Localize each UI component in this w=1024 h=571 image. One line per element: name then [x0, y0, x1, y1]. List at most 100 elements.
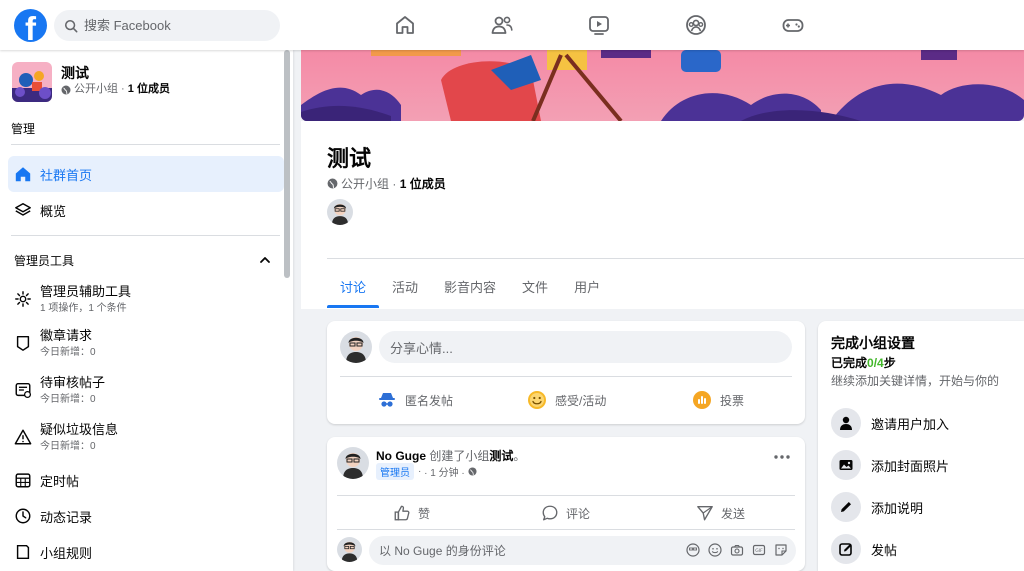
admin-tools-title: 管理员工具 [14, 254, 75, 268]
feeling-activity-button[interactable]: 感受/活动 [527, 387, 606, 413]
commenter-avatar[interactable] [337, 537, 362, 562]
divider [337, 495, 795, 496]
post-meta: 管理员 · · 1 分钟 · [376, 463, 477, 480]
sidebar-group-header[interactable]: 测试 公开小组 · 1 位成员 [12, 62, 170, 102]
send-button[interactable]: 发送 [696, 502, 745, 524]
groups-icon[interactable] [684, 13, 708, 37]
comment-button[interactable]: 评论 [541, 502, 590, 524]
anonymous-post-button[interactable]: 匿名发帖 [377, 387, 453, 413]
group-tabs: 讨论 活动 影音内容 文件 用户 [327, 271, 613, 308]
pencil-icon [841, 502, 851, 512]
setup-title: 完成小组设置 [831, 335, 915, 351]
group-cover-photo[interactable] [301, 50, 1024, 121]
tab-files[interactable]: 文件 [509, 271, 561, 308]
sidebar-group-meta: 公开小组 · 1 位成员 [61, 82, 170, 97]
manage-label: 管理 [11, 122, 36, 136]
globe-icon [468, 467, 477, 476]
send-icon [697, 506, 713, 521]
add-description-button[interactable]: 添加说明 [831, 491, 923, 523]
tab-members[interactable]: 用户 [561, 271, 613, 308]
setup-progress: 已完成0/4步 [831, 356, 896, 370]
tab-discussion[interactable]: 讨论 [327, 271, 380, 308]
home-icon [15, 167, 31, 182]
globe-icon [327, 178, 338, 189]
like-button[interactable]: 赞 [393, 502, 430, 524]
sidebar-item-activity-log[interactable]: 动态记录 [8, 498, 284, 534]
globe-icon [61, 85, 71, 94]
gif-icon[interactable]: GIF [752, 543, 766, 557]
tab-events[interactable]: 活动 [379, 271, 431, 308]
anonymous-icon [379, 393, 395, 407]
facebook-logo[interactable]: f [14, 9, 47, 42]
comment-icon [542, 505, 558, 521]
post-author-name[interactable]: No Guge [376, 449, 426, 463]
sidebar-item-admin-assist[interactable]: 管理员辅助工具 1 项操作，1 个条件 [8, 284, 284, 326]
search-box[interactable] [54, 10, 280, 41]
camera-icon[interactable] [730, 543, 744, 557]
sidebar-item-badge-requests[interactable]: 徽章请求 今日新增：0 [8, 328, 284, 370]
comment-tools: GIF [678, 543, 788, 557]
avatar[interactable] [340, 331, 372, 363]
group-admin-sidebar: 测试 公开小组 · 1 位成员 管理 社群首页 概览 管理员工具 管理员辅助工具… [0, 50, 293, 571]
group-header: 测试 公开小组 · 1 位成员 讨论 活动 影音内容 文件 用户 [301, 121, 1024, 309]
group-title[interactable]: 测试 [327, 141, 371, 173]
warning-icon [14, 429, 32, 445]
invite-members-button[interactable]: 邀请用户加入 [831, 407, 949, 439]
sidebar-item-group-rules[interactable]: 小组规则 [8, 534, 284, 570]
svg-text:GIF: GIF [755, 548, 763, 554]
post-group-link[interactable]: 测试 [489, 449, 513, 463]
sticker-icon[interactable] [774, 543, 788, 557]
sidebar-item-spam[interactable]: 疑似垃圾信息 今日新增：0 [8, 422, 284, 464]
photo-icon [839, 460, 853, 470]
divider [327, 258, 1024, 259]
group-setup-card: 完成小组设置 已完成0/4步 继续添加关键详情，开始与你的 邀请用户加入 添加封… [818, 321, 1024, 571]
calendar-icon [15, 473, 31, 488]
divider [11, 144, 280, 145]
feed-post: No Guge 创建了小组测试。 管理员 · · 1 分钟 · 赞 评论 发送 … [327, 437, 805, 571]
divider [337, 529, 795, 530]
poll-button[interactable]: 投票 [692, 387, 744, 413]
watch-icon[interactable] [587, 13, 611, 37]
tab-media[interactable]: 影音内容 [431, 271, 509, 308]
more-options-icon[interactable] [773, 453, 791, 461]
create-post-button[interactable]: 发帖 [831, 533, 897, 565]
chevron-up-icon[interactable] [258, 253, 272, 267]
sidebar-scrollbar[interactable] [284, 50, 290, 278]
layers-icon [15, 202, 31, 216]
divider [340, 376, 792, 377]
divider [11, 235, 280, 236]
sidebar-item-overview[interactable]: 概览 [8, 192, 284, 228]
emoji-icon[interactable] [708, 543, 722, 557]
feeling-icon [528, 391, 546, 409]
poll-icon [693, 391, 711, 409]
sidebar-item-pending-posts[interactable]: 待审核帖子 今日新增：0 [8, 375, 284, 417]
sidebar-group-name: 测试 [61, 65, 89, 81]
sidebar-item-scheduled-posts[interactable]: 定时帖 [8, 462, 284, 498]
top-navigation-bar: f [0, 0, 1024, 50]
sidebar-item-community-home[interactable]: 社群首页 [8, 156, 284, 192]
composer-input[interactable]: 分享心情... [379, 331, 792, 363]
gear-icon [15, 291, 31, 307]
post-timestamp[interactable]: · 1 分钟 · [424, 464, 465, 479]
badge-icon [16, 335, 30, 351]
post-headline: No Guge 创建了小组测试。 [376, 449, 526, 463]
rules-icon [16, 544, 30, 560]
search-icon [64, 19, 78, 32]
comment-input[interactable]: 以 No Guge 的身份评论 GIF [369, 536, 796, 565]
friends-icon[interactable] [490, 13, 514, 37]
avatar-sticker-icon[interactable] [686, 543, 700, 557]
person-icon [840, 416, 852, 430]
setup-description: 继续添加关键详情，开始与你的 [831, 374, 1000, 388]
pending-posts-icon [15, 382, 32, 399]
admin-badge: 管理员 [376, 463, 414, 480]
clock-icon [15, 508, 31, 524]
add-cover-photo-button[interactable]: 添加封面照片 [831, 449, 949, 481]
group-cover-thumbnail [12, 62, 52, 102]
post-author-avatar[interactable] [337, 447, 369, 479]
member-avatar[interactable] [327, 199, 353, 225]
home-icon[interactable] [393, 13, 417, 37]
gaming-icon[interactable] [781, 13, 805, 37]
group-meta: 公开小组 · 1 位成员 [327, 175, 446, 192]
compose-icon [839, 543, 852, 556]
search-input[interactable] [84, 18, 264, 33]
